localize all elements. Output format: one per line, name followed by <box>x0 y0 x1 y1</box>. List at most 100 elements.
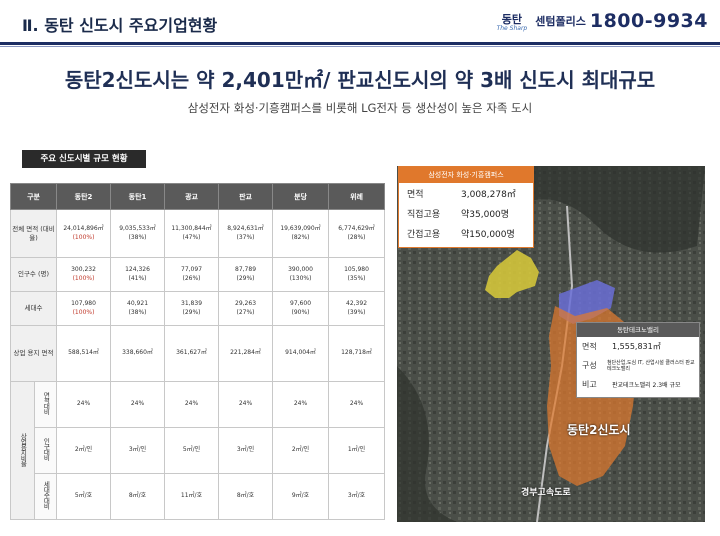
cell-value: 107,980 <box>71 300 96 308</box>
cell-ratio: (100%) <box>72 233 95 241</box>
cell-value: 77,097 <box>181 266 203 274</box>
table-cell: 390,000 (130%) <box>272 257 330 292</box>
cell-ratio: (37%) <box>236 233 255 241</box>
table-cell: 3㎡/인 <box>110 427 166 474</box>
cell-ratio: (82%) <box>291 233 310 241</box>
col-header-dongtan1: 동탄1 <box>110 183 166 210</box>
subrow-header-text: 인구대비 <box>41 438 50 461</box>
table-row: 세대수 107,980 (100%) 40,921 (38%) 31,839 (29%) 29… <box>9 291 386 326</box>
headline: 동탄2신도시는 약 2,401만㎡/ 판교신도시의 약 3배 신도시 최대규모 <box>64 68 656 92</box>
samsung-area-label: 면적 <box>407 189 424 200</box>
col-header-gwanggyo: 광교 <box>164 183 220 210</box>
samsung-row-indirect: 간접고용 약150,000명 <box>399 223 533 243</box>
group-header-text: 상업용지비율 <box>18 432 27 466</box>
techno-box-title: 동탄테크노밸리 <box>577 323 699 337</box>
techno-note-value: 판교테크노밸리 2.3배 규모 <box>612 382 681 389</box>
cell-ratio: (41%) <box>128 274 147 282</box>
table-cell: 77,097 (26%) <box>164 257 220 292</box>
table-cell: 6,774,629㎡ (28%) <box>328 209 386 258</box>
col-header-wirye: 위례 <box>328 183 386 210</box>
cell-value: 914,004㎡ <box>285 349 316 357</box>
cell-value: 87,789 <box>235 266 257 274</box>
samsung-area-value: 3,008,278㎡ <box>461 189 516 200</box>
cell-ratio: (90%) <box>291 308 310 316</box>
cell-value: 338,660㎡ <box>122 349 153 357</box>
samsung-direct-value: 약35,000명 <box>461 209 510 220</box>
cell-value: 40,921 <box>127 300 149 308</box>
table-row: 상업 용지 면적 588,514㎡ 338,660㎡ 361,627㎡ 221,284㎡… <box>9 325 386 382</box>
samsung-row-direct: 직접고용 약35,000명 <box>399 203 533 223</box>
table-cell: 9㎡/호 <box>272 473 330 520</box>
table-row: 상업용지비율 면적대비 24% 24% 24% 24% 24% 24% <box>10 381 386 520</box>
brand-phone: 1800-9934 <box>589 10 708 32</box>
cell-value: 31,839 <box>181 300 203 308</box>
cell-ratio: (27%) <box>236 308 255 316</box>
subrow-header: 면적대비 <box>33 381 58 428</box>
cell-value: 300,232 <box>71 266 96 274</box>
techno-area-value: 1,555,831㎡ <box>612 342 661 351</box>
cell-ratio: (38%) <box>128 308 147 316</box>
samsung-box-title: 삼성전자 화성·기흥캠퍼스 <box>399 167 533 183</box>
cell-value: 8,924,631㎡ <box>227 225 264 233</box>
cell-value: 390,000 <box>288 266 313 274</box>
cell-value: 19,639,090㎡ <box>280 225 321 233</box>
cell-value: 29,263 <box>235 300 257 308</box>
samsung-indirect-label: 간접고용 <box>407 229 441 240</box>
cell-value: 124,326 <box>125 266 150 274</box>
table-cell: 124,326 (41%) <box>110 257 166 292</box>
cell-value: 128,718㎡ <box>341 349 372 357</box>
cell-value: 6,774,629㎡ <box>338 225 375 233</box>
table-cell: 97,600 (90%) <box>272 291 330 326</box>
table-cell: 42,392 (39%) <box>328 291 386 326</box>
cell-ratio: (26%) <box>182 274 201 282</box>
cell-ratio: (29%) <box>236 274 255 282</box>
cell-value: 9,035,533㎡ <box>119 225 156 233</box>
techno-composition-label: 구성 <box>582 361 597 370</box>
city-scale-table: 구분 동탄2 동탄1 광교 판교 분당 위례 전체 면적 (대비율) 24,014… <box>9 183 386 520</box>
section-title: Ⅱ. 동탄 신도시 주요기업현황 <box>22 16 218 35</box>
table-cell: 2㎡/인 <box>56 427 112 474</box>
table-cell: 361,627㎡ <box>164 325 220 382</box>
table-cell: 8㎡/호 <box>218 473 274 520</box>
row-header: 인구수 (명) <box>9 257 58 292</box>
row-header: 상업 용지 면적 <box>9 325 58 382</box>
cell-ratio: (47%) <box>182 233 201 241</box>
dongtan2-map-label: 동탄2신도시 <box>567 423 631 437</box>
table-cell: 87,789 (29%) <box>218 257 274 292</box>
samsung-direct-label: 직접고용 <box>407 209 441 220</box>
table-cell: 588,514㎡ <box>56 325 112 382</box>
table-cell: 24% <box>110 381 166 428</box>
cell-value: 97,600 <box>290 300 312 308</box>
cell-value: 221,284㎡ <box>230 349 261 357</box>
samsung-info-box: 삼성전자 화성·기흥캠퍼스 면적 3,008,278㎡ 직접고용 약35,000… <box>398 166 534 248</box>
cell-ratio: (35%) <box>347 274 366 282</box>
table-cell: 40,921 (38%) <box>110 291 166 326</box>
table-cell: 11㎡/호 <box>164 473 220 520</box>
table-header-row: 구분 동탄2 동탄1 광교 판교 분당 위례 <box>9 183 386 210</box>
col-header-category: 구분 <box>9 183 58 210</box>
table-cell: 1㎡/인 <box>328 427 386 474</box>
col-header-dongtan2: 동탄2 <box>56 183 112 210</box>
table-row: 전체 면적 (대비율) 24,014,896㎡ (100%) 9,035,533㎡ (3… <box>9 209 386 258</box>
table-cell: 914,004㎡ <box>272 325 330 382</box>
techno-row-note: 비고 판교테크노밸리 2.3배 규모 <box>577 375 699 394</box>
subrow-header: 인구대비 <box>33 427 58 474</box>
table-cell: 31,839 (29%) <box>164 291 220 326</box>
table-label: 주요 신도시별 규모 현황 <box>22 150 146 168</box>
cell-ratio: (100%) <box>72 274 95 282</box>
table-cell: 11,300,844㎡ (47%) <box>164 209 220 258</box>
cell-ratio: (39%) <box>347 308 366 316</box>
highway-map-label: 경부고속도로 <box>521 488 571 498</box>
table-cell: 107,980 (100%) <box>56 291 112 326</box>
header-divider <box>0 42 720 45</box>
table-cell: 105,980 (35%) <box>328 257 386 292</box>
cell-ratio: (29%) <box>182 308 201 316</box>
brand-block: 동탄 The Sharp 센텀폴리스 1800-9934 <box>497 10 708 32</box>
table-cell: 24% <box>164 381 220 428</box>
cell-value: 24,014,896㎡ <box>63 225 104 233</box>
table-cell: 24% <box>272 381 330 428</box>
cell-ratio: (130%) <box>289 274 312 282</box>
brand-name: 센텀폴리스 <box>535 15 586 28</box>
table-cell: 300,232 (100%) <box>56 257 112 292</box>
subrow-header-text: 세대수대비 <box>41 481 50 509</box>
